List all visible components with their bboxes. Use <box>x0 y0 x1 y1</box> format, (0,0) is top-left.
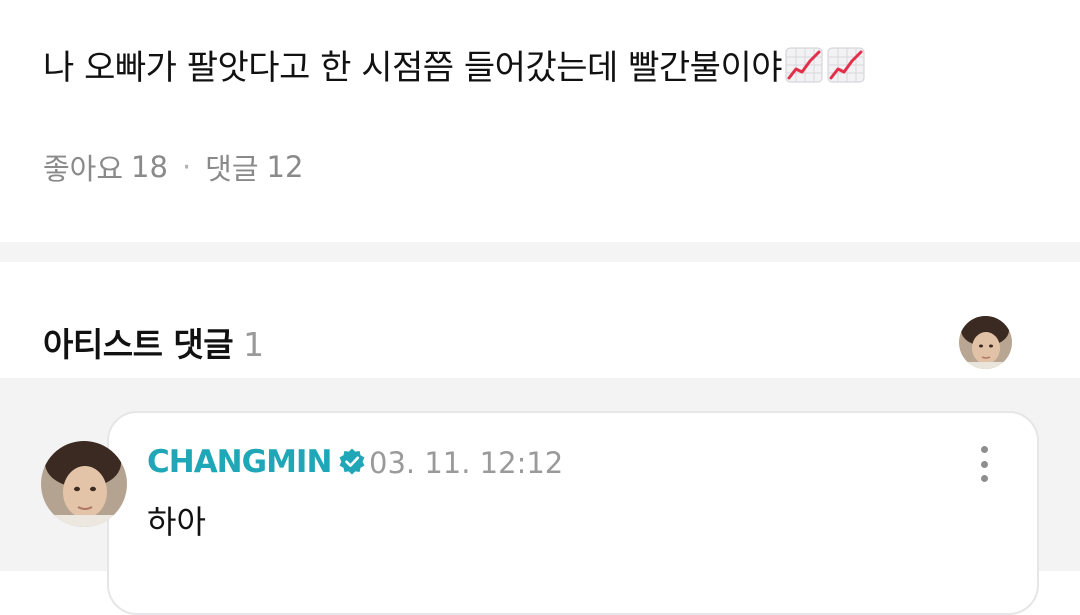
artist-avatar-small[interactable] <box>959 316 1012 369</box>
post-meta: 좋아요 18 · 댓글 12 <box>43 146 303 188</box>
comment-timestamp: 03. 11. 12:12 <box>369 446 564 480</box>
verified-badge-icon <box>340 448 365 475</box>
chart-increasing-icon <box>785 47 823 82</box>
comment-card <box>107 411 1039 615</box>
comment-author-avatar[interactable] <box>41 441 127 527</box>
chart-increasing-icon <box>827 47 865 82</box>
comments-count[interactable]: 12 <box>267 150 304 184</box>
more-vertical-icon[interactable] <box>974 446 994 482</box>
comments-label[interactable]: 댓글 <box>205 146 258 188</box>
artist-comments-title: 아티스트 댓글 <box>43 325 234 364</box>
artist-comments-count: 1 <box>243 325 264 364</box>
likes-count[interactable]: 18 <box>131 150 168 184</box>
meta-separator: · <box>181 150 192 184</box>
comment-text: 하아 <box>147 503 206 541</box>
artist-comments-header: 아티스트 댓글 1 <box>43 318 264 366</box>
post-text: 나 오빠가 팔앗다고 한 시점쯤 들어갔는데 빨간불이야 <box>43 48 783 88</box>
post-content: 나 오빠가 팔앗다고 한 시점쯤 들어갔는데 빨간불이야 <box>43 40 866 89</box>
likes-label[interactable]: 좋아요 <box>43 146 123 188</box>
comment-author-name[interactable]: CHANGMIN <box>147 444 332 480</box>
comment-author[interactable]: CHANGMIN <box>147 444 367 480</box>
section-divider <box>0 242 1080 262</box>
